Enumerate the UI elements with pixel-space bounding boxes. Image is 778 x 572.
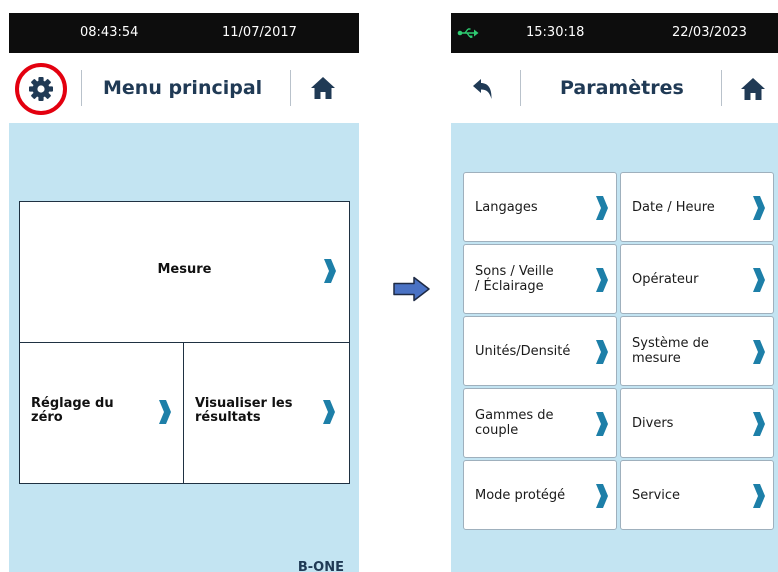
back-button[interactable] [472, 78, 494, 100]
tile-label: Visualiser les résultats [195, 396, 293, 425]
settings-item-label: Sons / Veille / Éclairage [475, 264, 554, 294]
settings-screen: 15:30:18 22/03/2023 Paramètres Langages D… [451, 13, 778, 572]
settings-item[interactable]: Opérateur [620, 244, 774, 314]
status-bar: 08:43:54 11/07/2017 [9, 13, 359, 53]
settings-button[interactable] [14, 62, 68, 116]
status-date: 22/03/2023 [672, 25, 747, 40]
settings-item[interactable]: Gammes de couple [463, 388, 617, 458]
chevron-right-icon [596, 268, 608, 292]
settings-item-label: Divers [632, 415, 674, 431]
status-date: 11/07/2017 [222, 25, 297, 40]
chevron-right-icon [753, 412, 765, 436]
back-arrow-icon [473, 79, 492, 99]
settings-item-label: Opérateur [632, 271, 699, 287]
settings-item-label: Gammes de couple [475, 408, 554, 438]
settings-item-label: Date / Heure [632, 199, 715, 215]
tile-label: Réglage du zéro [31, 396, 114, 425]
brand-label: B-ONE [297, 560, 344, 572]
settings-content: Langages Date / Heure Sons / Veille / Éclai… [451, 123, 778, 572]
chevron-right-icon [159, 400, 171, 424]
header-divider [721, 70, 722, 106]
home-button[interactable] [310, 76, 336, 100]
chevron-right-icon [596, 484, 608, 508]
tile-label: Mesure [157, 262, 212, 277]
view-results-tile[interactable]: Visualiser les résultats [183, 342, 350, 484]
chevron-right-icon [596, 196, 608, 220]
settings-item-label: Unités/Densité [475, 343, 571, 359]
settings-item[interactable]: Unités/Densité [463, 316, 617, 386]
settings-item[interactable]: Mode protégé [463, 460, 617, 530]
header: Paramètres [451, 53, 778, 123]
chevron-right-icon [596, 340, 608, 364]
mesure-tile[interactable]: Mesure [19, 201, 350, 343]
settings-item[interactable]: Date / Heure [620, 172, 774, 242]
page-title: Menu principal [103, 77, 263, 99]
settings-item[interactable]: Divers [620, 388, 774, 458]
home-icon [741, 78, 765, 100]
settings-item[interactable]: Sons / Veille / Éclairage [463, 244, 617, 314]
settings-item-label: Langages [475, 199, 538, 215]
settings-item-label: Système de mesure [632, 336, 709, 366]
page-title: Paramètres [560, 77, 684, 99]
chevron-right-icon [324, 259, 336, 283]
status-time: 08:43:54 [80, 25, 139, 40]
settings-item[interactable]: Service [620, 460, 774, 530]
chevron-right-icon [323, 400, 335, 424]
home-icon [311, 77, 335, 99]
header-divider [81, 70, 82, 106]
arrow-right-icon [393, 276, 430, 302]
header-divider [520, 70, 521, 106]
chevron-right-icon [753, 340, 765, 364]
chevron-right-icon [753, 196, 765, 220]
settings-item-label: Mode protégé [475, 487, 566, 503]
chevron-right-icon [596, 412, 608, 436]
gear-icon [15, 63, 67, 115]
main-menu-screen: 08:43:54 11/07/2017 Menu principal Mesur… [9, 13, 359, 572]
chevron-right-icon [753, 484, 765, 508]
chevron-right-icon [753, 268, 765, 292]
header-divider [290, 70, 291, 106]
settings-item-label: Service [632, 487, 681, 503]
usb-icon [457, 28, 479, 38]
main-menu-content: Mesure Réglage du zéro Visualiser les ré… [9, 123, 359, 572]
zero-adjust-tile[interactable]: Réglage du zéro [19, 342, 184, 484]
settings-item[interactable]: Système de mesure [620, 316, 774, 386]
home-button[interactable] [740, 77, 766, 101]
header: Menu principal [9, 53, 359, 123]
settings-item[interactable]: Langages [463, 172, 617, 242]
status-time: 15:30:18 [526, 25, 585, 40]
status-bar: 15:30:18 22/03/2023 [451, 13, 778, 53]
